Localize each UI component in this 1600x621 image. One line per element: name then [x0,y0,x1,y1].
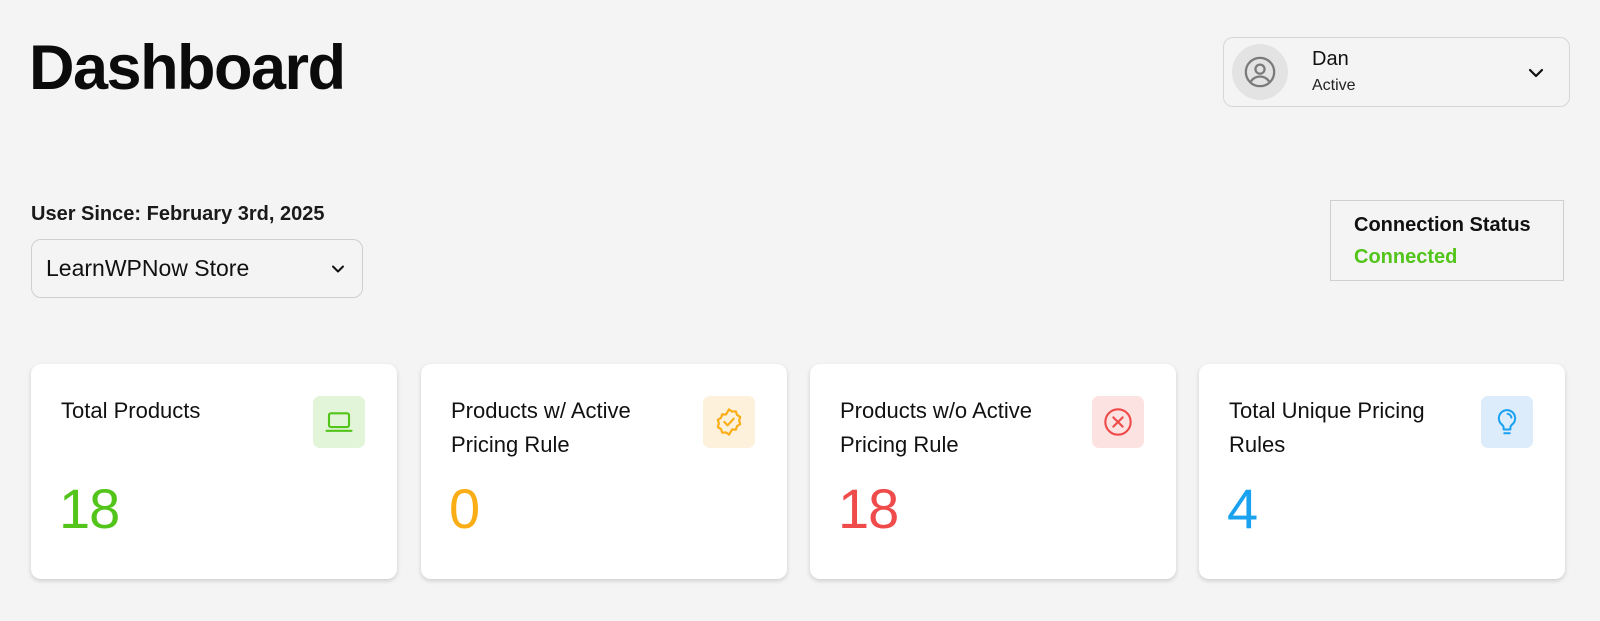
stat-card-title: Products w/ Active Pricing Rule [451,398,631,457]
dashboard-page: Dashboard Dan Active User Since: Februar… [0,0,1600,621]
stat-card-value: 0 [449,477,480,540]
user-status: Active [1312,77,1356,94]
user-circle-icon [1244,56,1276,88]
page-title: Dashboard [29,33,346,103]
stat-card-unique-pricing-rules: Total Unique Pricing Rules 4 [1199,364,1565,579]
laptop-icon [313,396,365,448]
chevron-down-icon [332,265,344,273]
stat-card-title: Total Products [61,398,201,423]
stat-card-no-active-pricing: Products w/o Active Pricing Rule 18 [810,364,1176,579]
connection-status-label: Connection Status [1354,214,1531,236]
badge-check-icon [703,396,755,448]
x-circle-icon [1092,396,1144,448]
avatar [1232,44,1288,100]
user-name: Dan [1312,48,1349,70]
stat-card-value: 4 [1227,477,1258,540]
user-menu[interactable]: Dan Active [1223,37,1570,107]
connection-status-panel: Connection Status Connected [1330,200,1564,281]
stat-card-total-products: Total Products 18 [31,364,397,579]
stat-card-title: Products w/o Active Pricing Rule [840,398,1032,457]
stat-card-value: 18 [59,477,120,540]
stat-card-active-pricing: Products w/ Active Pricing Rule 0 [421,364,787,579]
user-since-label: User Since: February 3rd, 2025 [31,203,325,225]
chevron-down-icon[interactable] [1527,65,1545,81]
stat-card-value: 18 [838,477,899,540]
lightbulb-icon [1481,396,1533,448]
store-select[interactable]: LearnWPNow Store [31,239,363,298]
connection-status-value: Connected [1354,246,1458,268]
store-select-value: LearnWPNow Store [46,255,250,281]
stat-card-title: Total Unique Pricing Rules [1229,398,1425,457]
